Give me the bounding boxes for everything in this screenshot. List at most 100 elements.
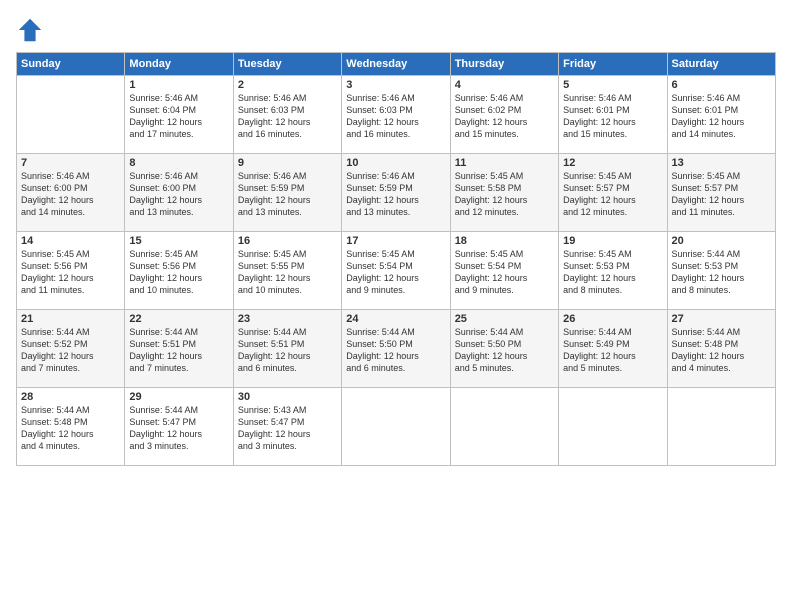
day-number: 14 (21, 235, 120, 247)
day-number: 20 (672, 235, 771, 247)
cell-data: Sunrise: 5:44 AM Sunset: 5:48 PM Dayligh… (21, 404, 120, 453)
header-cell-friday: Friday (559, 53, 667, 76)
cell-2-1: 15Sunrise: 5:45 AM Sunset: 5:56 PM Dayli… (125, 232, 233, 310)
logo (16, 16, 46, 44)
day-number: 26 (563, 313, 662, 325)
day-number: 23 (238, 313, 337, 325)
cell-data: Sunrise: 5:46 AM Sunset: 6:03 PM Dayligh… (346, 92, 445, 141)
cell-1-6: 13Sunrise: 5:45 AM Sunset: 5:57 PM Dayli… (667, 154, 775, 232)
cell-data: Sunrise: 5:44 AM Sunset: 5:51 PM Dayligh… (129, 326, 228, 375)
cell-data: Sunrise: 5:46 AM Sunset: 6:00 PM Dayligh… (21, 170, 120, 219)
cell-data: Sunrise: 5:45 AM Sunset: 5:57 PM Dayligh… (672, 170, 771, 219)
cell-3-0: 21Sunrise: 5:44 AM Sunset: 5:52 PM Dayli… (17, 310, 125, 388)
cell-2-3: 17Sunrise: 5:45 AM Sunset: 5:54 PM Dayli… (342, 232, 450, 310)
cell-data: Sunrise: 5:45 AM Sunset: 5:56 PM Dayligh… (129, 248, 228, 297)
cell-4-3 (342, 388, 450, 466)
header-cell-wednesday: Wednesday (342, 53, 450, 76)
cell-data: Sunrise: 5:44 AM Sunset: 5:51 PM Dayligh… (238, 326, 337, 375)
cell-1-4: 11Sunrise: 5:45 AM Sunset: 5:58 PM Dayli… (450, 154, 558, 232)
cell-2-2: 16Sunrise: 5:45 AM Sunset: 5:55 PM Dayli… (233, 232, 341, 310)
cell-1-5: 12Sunrise: 5:45 AM Sunset: 5:57 PM Dayli… (559, 154, 667, 232)
cell-0-1: 1Sunrise: 5:46 AM Sunset: 6:04 PM Daylig… (125, 76, 233, 154)
cell-3-5: 26Sunrise: 5:44 AM Sunset: 5:49 PM Dayli… (559, 310, 667, 388)
day-number: 17 (346, 235, 445, 247)
cell-1-2: 9Sunrise: 5:46 AM Sunset: 5:59 PM Daylig… (233, 154, 341, 232)
cell-data: Sunrise: 5:45 AM Sunset: 5:54 PM Dayligh… (455, 248, 554, 297)
day-number: 7 (21, 157, 120, 169)
day-number: 22 (129, 313, 228, 325)
header-cell-monday: Monday (125, 53, 233, 76)
cell-data: Sunrise: 5:45 AM Sunset: 5:56 PM Dayligh… (21, 248, 120, 297)
day-number: 21 (21, 313, 120, 325)
day-number: 10 (346, 157, 445, 169)
day-number: 8 (129, 157, 228, 169)
day-number: 30 (238, 391, 337, 403)
header-cell-thursday: Thursday (450, 53, 558, 76)
cell-data: Sunrise: 5:46 AM Sunset: 5:59 PM Dayligh… (346, 170, 445, 219)
cell-data: Sunrise: 5:44 AM Sunset: 5:47 PM Dayligh… (129, 404, 228, 453)
cell-data: Sunrise: 5:46 AM Sunset: 6:00 PM Dayligh… (129, 170, 228, 219)
week-row-4: 28Sunrise: 5:44 AM Sunset: 5:48 PM Dayli… (17, 388, 776, 466)
cell-1-0: 7Sunrise: 5:46 AM Sunset: 6:00 PM Daylig… (17, 154, 125, 232)
cell-0-4: 4Sunrise: 5:46 AM Sunset: 6:02 PM Daylig… (450, 76, 558, 154)
cell-2-0: 14Sunrise: 5:45 AM Sunset: 5:56 PM Dayli… (17, 232, 125, 310)
cell-2-5: 19Sunrise: 5:45 AM Sunset: 5:53 PM Dayli… (559, 232, 667, 310)
cell-2-6: 20Sunrise: 5:44 AM Sunset: 5:53 PM Dayli… (667, 232, 775, 310)
cell-4-0: 28Sunrise: 5:44 AM Sunset: 5:48 PM Dayli… (17, 388, 125, 466)
cell-data: Sunrise: 5:45 AM Sunset: 5:55 PM Dayligh… (238, 248, 337, 297)
day-number: 13 (672, 157, 771, 169)
cell-0-2: 2Sunrise: 5:46 AM Sunset: 6:03 PM Daylig… (233, 76, 341, 154)
cell-1-1: 8Sunrise: 5:46 AM Sunset: 6:00 PM Daylig… (125, 154, 233, 232)
week-row-0: 1Sunrise: 5:46 AM Sunset: 6:04 PM Daylig… (17, 76, 776, 154)
week-row-1: 7Sunrise: 5:46 AM Sunset: 6:00 PM Daylig… (17, 154, 776, 232)
cell-data: Sunrise: 5:46 AM Sunset: 6:02 PM Dayligh… (455, 92, 554, 141)
header-row: SundayMondayTuesdayWednesdayThursdayFrid… (17, 53, 776, 76)
cell-4-2: 30Sunrise: 5:43 AM Sunset: 5:47 PM Dayli… (233, 388, 341, 466)
header-cell-saturday: Saturday (667, 53, 775, 76)
day-number: 12 (563, 157, 662, 169)
day-number: 25 (455, 313, 554, 325)
cell-1-3: 10Sunrise: 5:46 AM Sunset: 5:59 PM Dayli… (342, 154, 450, 232)
day-number: 1 (129, 79, 228, 91)
day-number: 15 (129, 235, 228, 247)
cell-3-1: 22Sunrise: 5:44 AM Sunset: 5:51 PM Dayli… (125, 310, 233, 388)
cell-data: Sunrise: 5:45 AM Sunset: 5:57 PM Dayligh… (563, 170, 662, 219)
week-row-3: 21Sunrise: 5:44 AM Sunset: 5:52 PM Dayli… (17, 310, 776, 388)
cell-data: Sunrise: 5:46 AM Sunset: 6:04 PM Dayligh… (129, 92, 228, 141)
day-number: 11 (455, 157, 554, 169)
logo-icon (16, 16, 44, 44)
day-number: 19 (563, 235, 662, 247)
page: SundayMondayTuesdayWednesdayThursdayFrid… (0, 0, 792, 612)
cell-data: Sunrise: 5:44 AM Sunset: 5:50 PM Dayligh… (455, 326, 554, 375)
cell-data: Sunrise: 5:46 AM Sunset: 5:59 PM Dayligh… (238, 170, 337, 219)
day-number: 4 (455, 79, 554, 91)
cell-4-5 (559, 388, 667, 466)
day-number: 6 (672, 79, 771, 91)
cell-data: Sunrise: 5:45 AM Sunset: 5:54 PM Dayligh… (346, 248, 445, 297)
calendar-table: SundayMondayTuesdayWednesdayThursdayFrid… (16, 52, 776, 466)
cell-data: Sunrise: 5:46 AM Sunset: 6:03 PM Dayligh… (238, 92, 337, 141)
cell-0-0 (17, 76, 125, 154)
cell-3-3: 24Sunrise: 5:44 AM Sunset: 5:50 PM Dayli… (342, 310, 450, 388)
cell-4-1: 29Sunrise: 5:44 AM Sunset: 5:47 PM Dayli… (125, 388, 233, 466)
cell-3-4: 25Sunrise: 5:44 AM Sunset: 5:50 PM Dayli… (450, 310, 558, 388)
cell-data: Sunrise: 5:44 AM Sunset: 5:49 PM Dayligh… (563, 326, 662, 375)
day-number: 16 (238, 235, 337, 247)
cell-data: Sunrise: 5:44 AM Sunset: 5:52 PM Dayligh… (21, 326, 120, 375)
cell-data: Sunrise: 5:46 AM Sunset: 6:01 PM Dayligh… (672, 92, 771, 141)
cell-0-5: 5Sunrise: 5:46 AM Sunset: 6:01 PM Daylig… (559, 76, 667, 154)
day-number: 5 (563, 79, 662, 91)
day-number: 24 (346, 313, 445, 325)
cell-4-6 (667, 388, 775, 466)
cell-data: Sunrise: 5:45 AM Sunset: 5:58 PM Dayligh… (455, 170, 554, 219)
day-number: 3 (346, 79, 445, 91)
day-number: 2 (238, 79, 337, 91)
cell-data: Sunrise: 5:45 AM Sunset: 5:53 PM Dayligh… (563, 248, 662, 297)
day-number: 29 (129, 391, 228, 403)
header-cell-tuesday: Tuesday (233, 53, 341, 76)
day-number: 18 (455, 235, 554, 247)
header-cell-sunday: Sunday (17, 53, 125, 76)
day-number: 27 (672, 313, 771, 325)
cell-data: Sunrise: 5:44 AM Sunset: 5:48 PM Dayligh… (672, 326, 771, 375)
cell-data: Sunrise: 5:43 AM Sunset: 5:47 PM Dayligh… (238, 404, 337, 453)
